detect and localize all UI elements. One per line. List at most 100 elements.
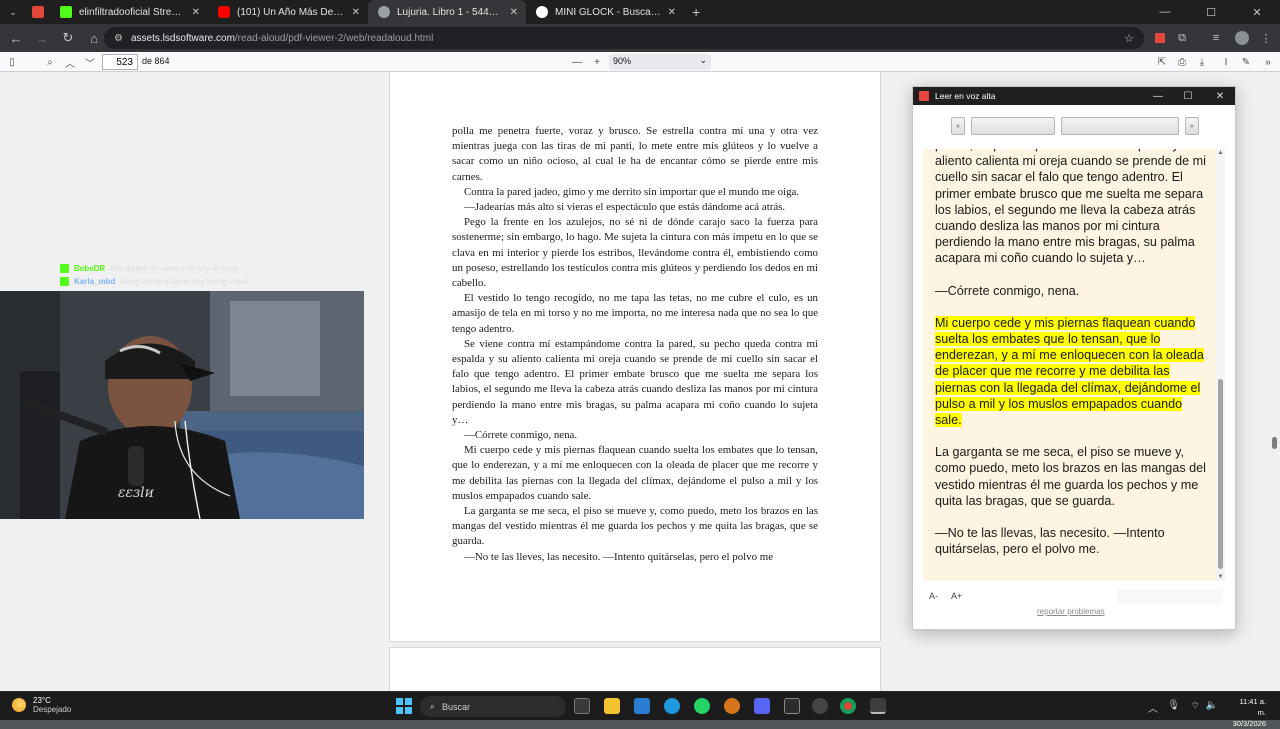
more-tools-icon[interactable]: » xyxy=(1260,54,1276,70)
chrome-icon[interactable] xyxy=(840,698,856,714)
zoom-value: 90% xyxy=(613,56,632,66)
zoom-in-icon[interactable]: + xyxy=(589,54,605,70)
close-tab-icon[interactable]: ✕ xyxy=(668,7,676,18)
tab-strip: ⌄ elinfiltradooficial Stream - Watc ✕ (1… xyxy=(0,0,1280,24)
tab-google-search[interactable]: MINI GLOCK - Buscar con Goog ✕ xyxy=(526,0,684,24)
draw-tool-icon[interactable]: ✎ xyxy=(1238,54,1254,70)
wifi-icon[interactable]: ⌔ xyxy=(1191,700,1200,713)
previous-page-icon[interactable]: ︿ xyxy=(62,54,78,70)
read-aloud-paragraph: —No te las llevas, las necesito. —Intent… xyxy=(935,526,1165,557)
save-icon[interactable]: ⤓ xyxy=(1194,54,1210,70)
site-info-icon[interactable]: ⚙ xyxy=(114,33,123,44)
profile-avatar[interactable] xyxy=(1232,28,1252,48)
tab-search-button[interactable]: ⌄ xyxy=(0,0,26,24)
extension-icon[interactable] xyxy=(1150,28,1170,48)
media-controls-icon[interactable]: ≡ xyxy=(1206,28,1226,48)
minimize-window-button[interactable]: — xyxy=(1142,0,1188,24)
address-bar[interactable]: ⚙ assets.lsdsoftware.com/read-aloud/pdf-… xyxy=(104,27,1144,49)
app-icon[interactable] xyxy=(812,698,828,714)
read-aloud-titlebar[interactable]: Leer en voz alta — ☐ ✕ xyxy=(913,87,1235,105)
pinned-tab[interactable] xyxy=(26,0,50,24)
task-view-icon[interactable] xyxy=(574,698,590,714)
tab-title: elinfiltradooficial Stream - Watc xyxy=(79,6,186,18)
maximize-icon[interactable]: ☐ xyxy=(1173,87,1203,105)
read-aloud-scrollbar[interactable]: ▲ ▼ xyxy=(1216,149,1225,581)
minimize-icon[interactable]: — xyxy=(1143,87,1173,105)
app-icon[interactable] xyxy=(784,698,800,714)
read-aloud-window: Leer en voz alta — ☐ ✕ « » pecho, su pec… xyxy=(912,86,1236,630)
back-arrow-icon[interactable]: ← xyxy=(4,26,28,50)
report-problems-link[interactable]: reportar problemas xyxy=(1037,607,1105,616)
next-page-icon[interactable]: ﹀ xyxy=(82,54,98,70)
search-icon: ⌕ xyxy=(430,701,436,711)
stop-button[interactable] xyxy=(1061,117,1179,135)
microphone-icon[interactable]: 🎙 xyxy=(1167,700,1180,711)
scroll-up-icon[interactable]: ▲ xyxy=(1216,150,1225,156)
rewind-button[interactable]: « xyxy=(951,117,965,135)
url-path: /read-aloud/pdf-viewer-2/web/readaloud.h… xyxy=(234,32,434,44)
page-paragraph: La garganta se me seca, el piso se mueve… xyxy=(452,505,818,548)
page-paragraph: Contra la pared jadeo, gimo y me derrito… xyxy=(464,185,800,198)
voice-select[interactable] xyxy=(1117,589,1223,605)
viewer-scrollbar[interactable] xyxy=(1272,437,1277,449)
pdf-page: polla me penetra fuerte, voraz y brusco.… xyxy=(390,72,880,641)
open-file-icon[interactable]: ⇱ xyxy=(1154,54,1170,70)
home-icon[interactable]: ⌂ xyxy=(82,26,106,50)
app-icon[interactable] xyxy=(724,698,740,714)
page-paragraph: —Jadearías más alto si vieras el espectá… xyxy=(464,201,786,214)
read-aloud-title: Leer en voz alta xyxy=(935,91,996,101)
search-icon[interactable]: ⌕ xyxy=(42,54,58,70)
whatsapp-icon[interactable] xyxy=(694,698,710,714)
forward-button[interactable]: » xyxy=(1185,117,1199,135)
bookmark-star-icon[interactable]: ☆ xyxy=(1124,32,1134,45)
extensions-puzzle-icon[interactable]: ⧉ xyxy=(1172,28,1192,48)
new-tab-button[interactable]: + xyxy=(684,0,708,24)
close-tab-icon[interactable]: ✕ xyxy=(510,7,518,18)
text-tool-icon[interactable]: I xyxy=(1218,54,1234,70)
zoom-out-icon[interactable]: — xyxy=(569,54,585,70)
font-smaller-button[interactable]: A- xyxy=(929,591,938,601)
app-icon[interactable] xyxy=(870,698,886,714)
zoom-select[interactable]: 90% ⌄ xyxy=(609,54,711,70)
store-icon[interactable] xyxy=(634,698,650,714)
tab-kick-stream[interactable]: elinfiltradooficial Stream - Watc ✕ xyxy=(50,0,208,24)
scrollbar-thumb[interactable] xyxy=(1218,379,1223,569)
close-tab-icon[interactable]: ✕ xyxy=(352,7,360,18)
page-paragraph: Pego la frente en los azulejos, no sé ni… xyxy=(452,216,818,290)
read-aloud-text-panel[interactable]: pecho, su pecho queda contra mi espalda … xyxy=(923,149,1225,581)
chevron-down-icon: ⌄ xyxy=(9,6,17,17)
close-tab-icon[interactable]: ✕ xyxy=(192,7,200,18)
chat-username: BebeDR xyxy=(74,264,106,273)
pause-button[interactable] xyxy=(971,117,1055,135)
more-menu-icon[interactable]: ⋮ xyxy=(1256,28,1276,48)
sidebar-toggle-icon[interactable]: ▯ xyxy=(4,54,20,70)
font-larger-button[interactable]: A+ xyxy=(951,591,962,601)
maximize-window-button[interactable]: ☐ xyxy=(1188,0,1234,24)
read-aloud-paragraph: —Córrete conmigo, nena. xyxy=(935,283,1080,298)
close-window-button[interactable]: ✕ xyxy=(1234,0,1280,24)
scroll-down-icon[interactable]: ▼ xyxy=(1216,574,1225,580)
reload-icon[interactable]: ↻ xyxy=(56,26,80,50)
discord-icon[interactable] xyxy=(754,698,770,714)
print-icon[interactable]: ⎙ xyxy=(1174,54,1190,70)
tab-youtube[interactable]: (101) Un Año Más De Tu Vida - ✕ xyxy=(208,0,368,24)
windows-start-icon[interactable] xyxy=(396,698,412,714)
kick-icon xyxy=(60,6,72,18)
tab-lujuria[interactable]: Lujuria. Libro 1 - 544a0087-069 ✕ xyxy=(368,0,526,24)
weather-widget[interactable]: 23°C Despejado xyxy=(12,696,71,714)
show-hidden-icons[interactable]: ︿ xyxy=(1148,700,1158,715)
forward-arrow-icon[interactable]: → xyxy=(30,26,54,50)
webcam-scene: ɛɛɜlᴎ xyxy=(0,291,364,519)
read-aloud-logo-icon xyxy=(919,91,929,101)
close-icon[interactable]: ✕ xyxy=(1205,87,1235,105)
page-number-input[interactable] xyxy=(102,54,138,70)
volume-icon[interactable]: 🔈 xyxy=(1206,700,1218,711)
file-explorer-icon[interactable] xyxy=(604,698,620,714)
edge-icon[interactable] xyxy=(664,698,680,714)
chat-badge-icon xyxy=(60,277,69,286)
taskbar-search[interactable]: ⌕ Buscar xyxy=(420,696,566,717)
page-paragraph: —No te las lleves, las necesito. —Intent… xyxy=(464,550,774,563)
pdf-toolbar: ▯ ⌕ ︿ ﹀ de 864 — + 90% ⌄ ⇱ ⎙ ⤓ I ✎ » xyxy=(0,52,1280,72)
clock[interactable]: 11:41 a. m. 30/3/2026 xyxy=(1233,696,1266,729)
stream-chat-overlay: BebeDR ella quiere un nene y yo soy el n… xyxy=(60,262,248,288)
